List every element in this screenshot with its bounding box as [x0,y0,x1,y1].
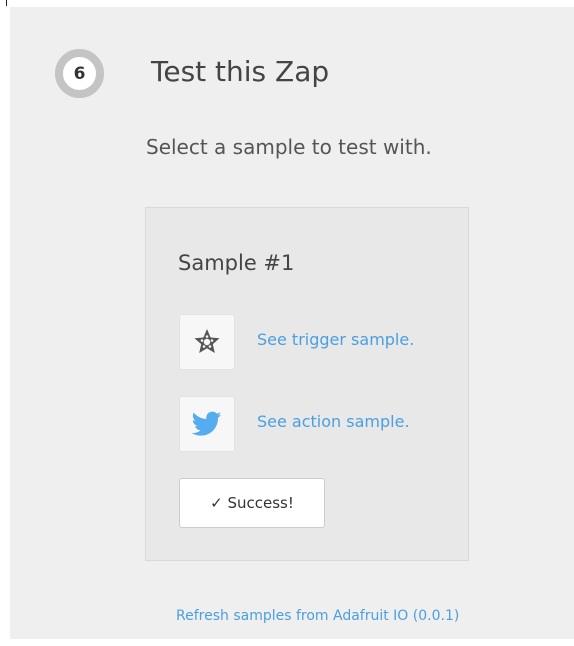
trigger-app-icon-box [179,314,235,370]
cursor-tick [6,0,7,6]
see-trigger-sample-link[interactable]: See trigger sample. [257,329,414,351]
adafruit-star-icon [194,329,220,353]
step-subtitle: Select a sample to test with. [146,135,432,159]
action-app-icon-box [179,396,235,452]
success-button[interactable]: ✓ Success! [179,478,325,528]
twitter-bird-icon [192,411,222,436]
step-number: 6 [73,63,86,84]
step-title: Test this Zap [151,55,330,88]
sample-heading: Sample #1 [178,251,295,275]
see-action-sample-link[interactable]: See action sample. [257,411,410,433]
step-number-badge: 6 [55,49,104,98]
refresh-samples-link[interactable]: Refresh samples from Adafruit IO (0.0.1) [176,606,459,626]
sample-card: Sample #1 See trigger sample. See action… [145,207,469,561]
